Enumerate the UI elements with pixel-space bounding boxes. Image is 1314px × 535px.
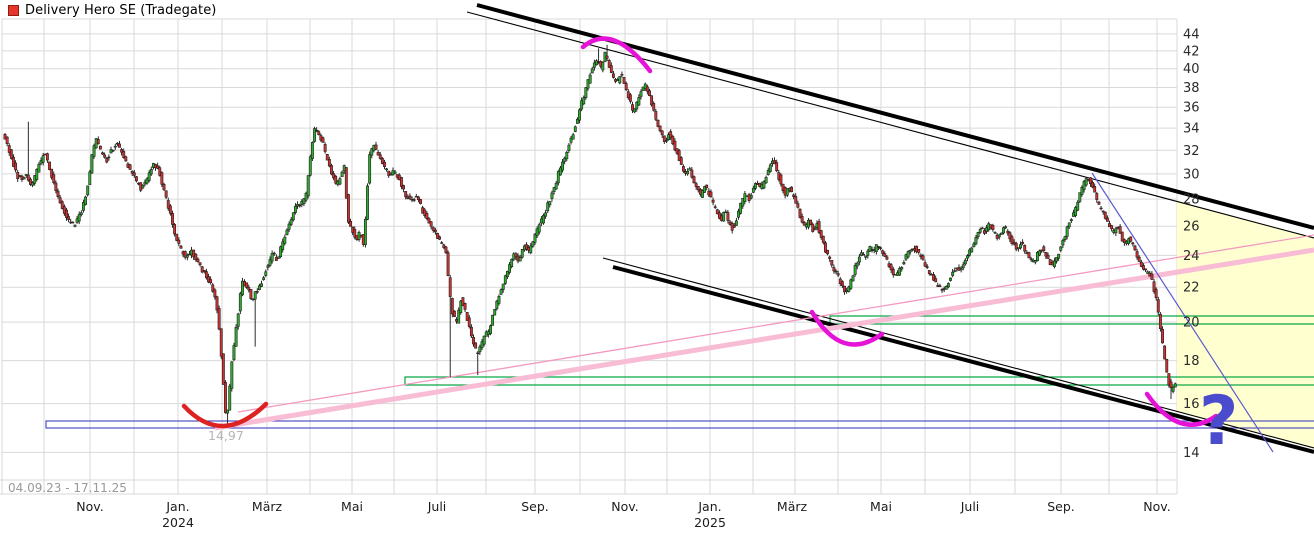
chart-title: Delivery Hero SE (Tradegate) xyxy=(25,3,216,18)
svg-text:40: 40 xyxy=(1183,62,1200,77)
x-axis-labels: Nov.Jan.2024MärzMaiJuliSep.Nov.Jan.2025M… xyxy=(76,499,1170,530)
stock-chart-window: Delivery Hero SE (Tradegate) 14 16 18 20 22 2… xyxy=(0,0,1314,535)
svg-text:14: 14 xyxy=(1183,446,1200,461)
svg-text:Nov.: Nov. xyxy=(1143,499,1170,514)
svg-text:Sep.: Sep. xyxy=(1047,499,1075,514)
svg-text:Juli: Juli xyxy=(427,499,447,514)
svg-text:Jan.: Jan. xyxy=(697,499,721,514)
svg-text:Nov.: Nov. xyxy=(611,499,638,514)
svg-text:18: 18 xyxy=(1183,354,1200,369)
svg-text:26: 26 xyxy=(1183,220,1200,235)
svg-text:März: März xyxy=(777,499,808,514)
svg-text:Mai: Mai xyxy=(870,499,892,514)
grid xyxy=(0,19,1177,494)
svg-text:24: 24 xyxy=(1183,249,1200,264)
question-mark-annotation: ? xyxy=(1199,386,1238,457)
svg-text:38: 38 xyxy=(1183,81,1200,96)
svg-text:28: 28 xyxy=(1183,193,1200,208)
svg-text:22: 22 xyxy=(1183,281,1200,296)
svg-text:32: 32 xyxy=(1183,144,1200,159)
date-range-label: 04.09.23 - 17.11.25 xyxy=(8,481,127,495)
svg-text:2025: 2025 xyxy=(694,515,726,530)
svg-text:30: 30 xyxy=(1183,167,1200,182)
svg-text:Sep.: Sep. xyxy=(521,499,549,514)
svg-text:16: 16 xyxy=(1183,397,1200,412)
svg-text:42: 42 xyxy=(1183,44,1200,59)
chart-title-bar: Delivery Hero SE (Tradegate) xyxy=(8,3,216,18)
low-price-label: 14,97 xyxy=(208,428,244,443)
svg-text:Juli: Juli xyxy=(960,499,980,514)
svg-text:20: 20 xyxy=(1183,316,1200,331)
svg-text:34: 34 xyxy=(1183,122,1200,137)
svg-text:Jan.: Jan. xyxy=(165,499,189,514)
svg-text:44: 44 xyxy=(1183,27,1200,42)
svg-text:2024: 2024 xyxy=(162,515,194,530)
svg-text:36: 36 xyxy=(1183,101,1200,116)
svg-text:Nov.: Nov. xyxy=(76,499,103,514)
svg-text:Mai: Mai xyxy=(341,499,363,514)
candlestick-chart: 14 16 18 20 22 24 26 28 30 32 34 36 38 40 42 44 Nov. Jan.… xyxy=(0,0,1314,535)
series-color-swatch-icon xyxy=(8,5,19,16)
svg-text:März: März xyxy=(252,499,283,514)
